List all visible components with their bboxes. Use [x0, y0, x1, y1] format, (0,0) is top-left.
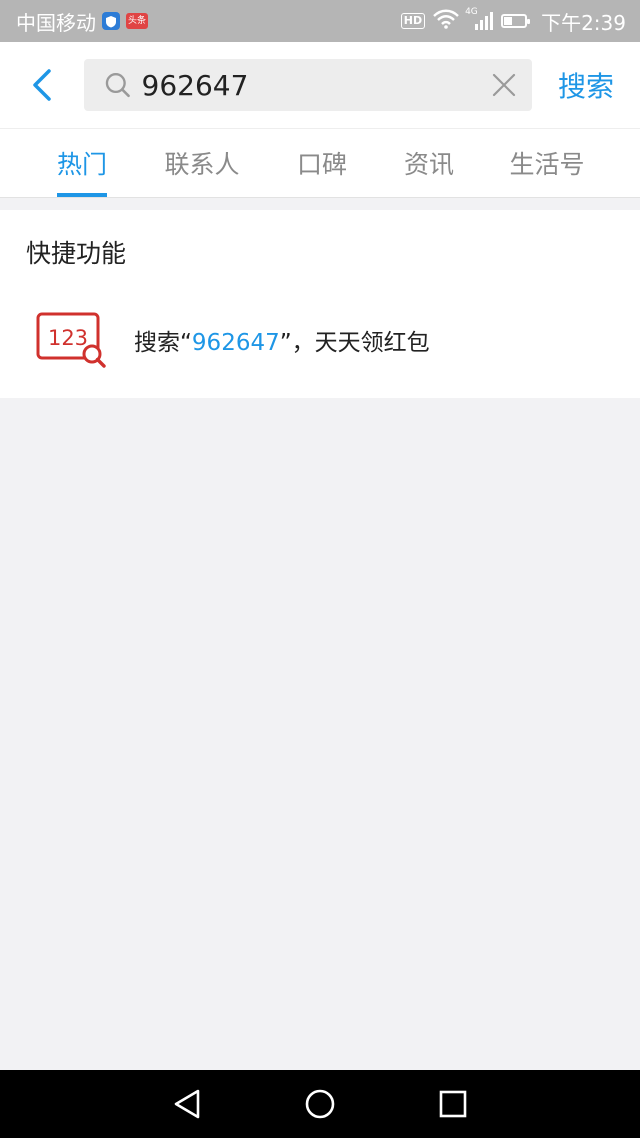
tab-contacts[interactable]: 联系人 — [164, 129, 240, 197]
quick-text-prefix: 搜索“ — [134, 330, 192, 356]
toutiao-app-icon: 头条 — [126, 13, 148, 29]
clock: 下午2:39 — [541, 10, 626, 35]
battery-icon — [501, 14, 531, 28]
clear-icon[interactable] — [491, 71, 519, 99]
nav-back-button[interactable] — [167, 1084, 207, 1124]
tab-label: 热门 — [56, 150, 107, 179]
search-input[interactable] — [141, 68, 491, 102]
hd-voice-icon: HD — [400, 13, 426, 29]
back-icon — [33, 69, 51, 101]
nav-back-icon — [174, 1089, 199, 1119]
tab-koubei[interactable]: 口碑 — [240, 129, 404, 197]
tab-life-account[interactable]: 生活号 — [454, 129, 640, 197]
nav-recents-button[interactable] — [433, 1084, 473, 1124]
system-nav-bar — [0, 1070, 640, 1138]
back-button[interactable] — [0, 42, 84, 128]
tab-label: 联系人 — [164, 150, 240, 179]
nav-home-button[interactable] — [300, 1084, 340, 1124]
cellular-signal-icon: 4G — [465, 7, 494, 31]
quick-functions-card: 快捷功能 123 搜索“962647”，天天领红包 — [0, 210, 640, 398]
wifi-icon — [433, 9, 459, 34]
tab-bar: 热门 联系人 口碑 资讯 生活号 — [0, 128, 640, 198]
search-icon — [105, 73, 130, 98]
status-right: HD 4G 下午2:39 — [400, 7, 640, 36]
tab-label: 口碑 — [296, 150, 347, 179]
search-button[interactable]: 搜索 — [532, 65, 640, 105]
number-search-icon: 123 — [36, 312, 106, 368]
icon-number-text: 123 — [48, 326, 88, 350]
quick-text-suffix: ”，天天领红包 — [279, 330, 430, 356]
search-header: 搜索 — [0, 42, 640, 128]
security-shield-icon — [102, 12, 120, 30]
quick-search-item[interactable]: 123 搜索“962647”，天天领红包 — [0, 298, 640, 382]
status-left: 中国移动 头条 — [0, 7, 148, 36]
section-title: 快捷功能 — [26, 239, 127, 268]
nav-home-icon — [305, 1089, 335, 1119]
search-box[interactable] — [84, 59, 532, 111]
tab-label: 资讯 — [404, 150, 455, 179]
network-type-label: 4G — [465, 7, 478, 17]
quick-search-text: 搜索“962647”，天天领红包 — [134, 323, 430, 357]
tab-news[interactable]: 资讯 — [404, 129, 454, 197]
tab-label: 生活号 — [509, 150, 585, 179]
quick-text-query: 962647 — [191, 330, 280, 356]
tab-active-indicator — [57, 193, 107, 197]
tab-hot[interactable]: 热门 — [0, 129, 164, 197]
nav-recents-icon — [440, 1090, 467, 1118]
carrier-name: 中国移动 — [16, 10, 96, 35]
status-bar: 中国移动 头条 HD 4G 下午2:39 — [0, 0, 640, 42]
